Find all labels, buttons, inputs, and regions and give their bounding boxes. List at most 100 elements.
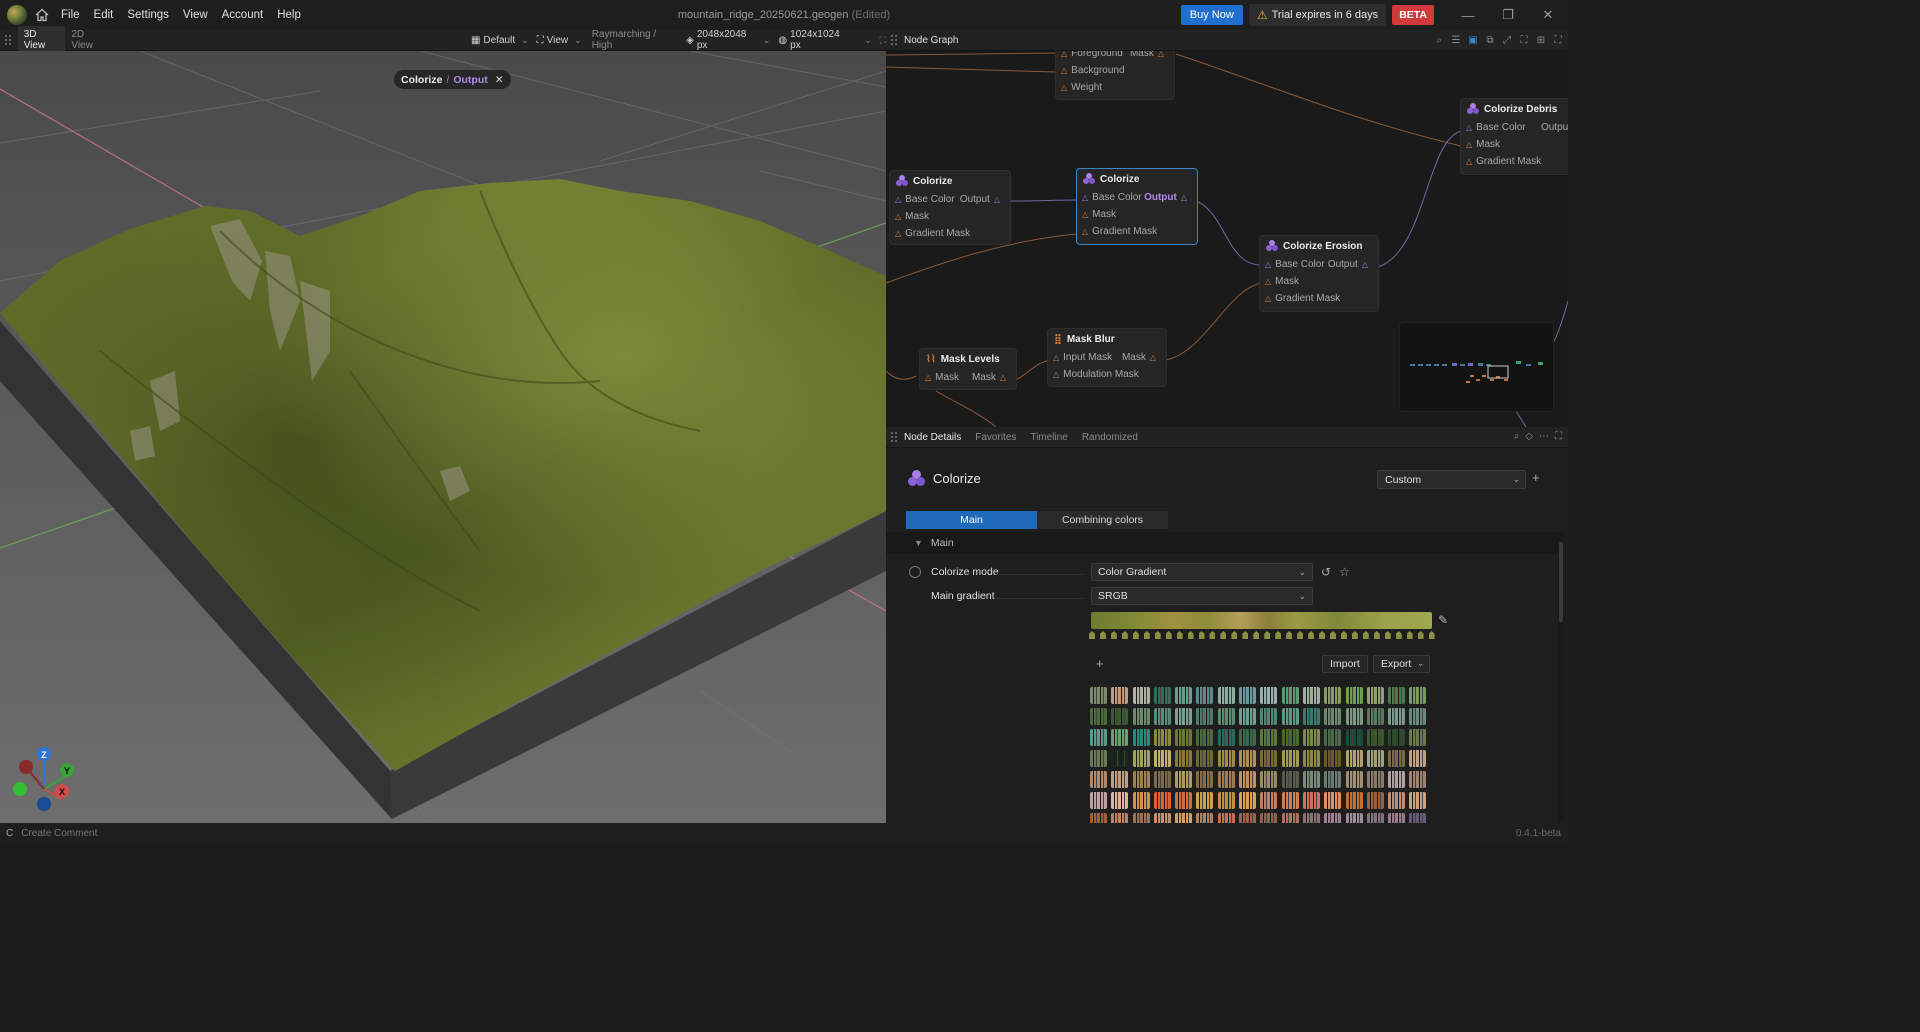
node-port[interactable]: △ Mask bbox=[1461, 136, 1568, 153]
gradient-stop-handle[interactable] bbox=[1362, 631, 1369, 639]
gradient-swatch[interactable] bbox=[1153, 813, 1171, 823]
node-port[interactable]: △ Mask bbox=[1260, 273, 1378, 290]
fullscreen-icon[interactable]: ⛶ bbox=[1555, 431, 1562, 442]
gradient-swatch[interactable] bbox=[1281, 687, 1299, 704]
gradient-swatch[interactable] bbox=[1175, 729, 1193, 746]
gradient-stop-handle[interactable] bbox=[1220, 631, 1227, 639]
gradient-stop-handle[interactable] bbox=[1308, 631, 1315, 639]
frame-icon[interactable]: ▣ bbox=[1467, 34, 1479, 46]
more-icon[interactable]: ⋯ bbox=[1539, 431, 1549, 442]
gradient-swatch[interactable] bbox=[1239, 792, 1257, 809]
gradient-swatch[interactable] bbox=[1132, 750, 1150, 767]
gradient-swatch[interactable] bbox=[1132, 687, 1150, 704]
drag-handle-icon[interactable] bbox=[4, 34, 12, 46]
gradient-swatch[interactable] bbox=[1281, 792, 1299, 809]
gradient-swatch[interactable] bbox=[1111, 771, 1129, 788]
gradient-swatch[interactable] bbox=[1388, 750, 1406, 767]
gradient-swatch[interactable] bbox=[1153, 708, 1171, 725]
gradient-stop-handle[interactable] bbox=[1264, 631, 1271, 639]
output-chip[interactable]: Colorize / Output ✕ bbox=[394, 70, 511, 89]
details-scrollbar[interactable] bbox=[1558, 532, 1564, 822]
trial-badge[interactable]: ⚠ Trial expires in 6 days bbox=[1248, 4, 1387, 26]
gradient-swatch[interactable] bbox=[1175, 771, 1193, 788]
gradient-swatch[interactable] bbox=[1090, 750, 1107, 767]
drag-handle-icon[interactable] bbox=[890, 34, 898, 46]
subtab-combining-colors[interactable]: Combining colors bbox=[1037, 511, 1168, 529]
gradient-swatch[interactable] bbox=[1132, 771, 1150, 788]
gradient-preview[interactable] bbox=[1091, 612, 1432, 629]
gradient-swatch[interactable] bbox=[1302, 813, 1320, 823]
gradient-swatch[interactable] bbox=[1324, 708, 1342, 725]
gradient-stop-handle[interactable] bbox=[1297, 631, 1304, 639]
gradient-stop-handle[interactable] bbox=[1231, 631, 1238, 639]
gradient-swatch[interactable] bbox=[1196, 729, 1214, 746]
tab-node-details[interactable]: Node Details bbox=[904, 432, 961, 443]
node-port[interactable]: △ Base Color Output △ bbox=[1077, 189, 1197, 206]
gradient-swatch[interactable] bbox=[1239, 813, 1257, 823]
gradient-swatch[interactable] bbox=[1260, 687, 1278, 704]
gradient-stop-handle[interactable] bbox=[1110, 631, 1117, 639]
main-gradient-select[interactable]: SRGB ⌄ bbox=[1091, 587, 1313, 605]
gradient-swatch[interactable] bbox=[1366, 771, 1384, 788]
gradient-swatch[interactable] bbox=[1324, 687, 1342, 704]
subtab-main[interactable]: Main bbox=[906, 511, 1037, 529]
colorize-mode-select[interactable]: Color Gradient ⌄ bbox=[1091, 563, 1313, 581]
gradient-swatch[interactable] bbox=[1175, 750, 1193, 767]
node-port[interactable]: △ Base Color Output △ bbox=[890, 191, 1010, 208]
gradient-swatch[interactable] bbox=[1153, 687, 1171, 704]
output-port[interactable]: Output bbox=[1541, 122, 1568, 133]
render-mode[interactable]: Raymarching / High bbox=[592, 29, 676, 51]
gradient-swatch[interactable] bbox=[1281, 750, 1299, 767]
view-dropdown[interactable]: ⛶ View bbox=[537, 35, 569, 46]
output-port[interactable]: Mask △ bbox=[1130, 51, 1168, 59]
gradient-swatch[interactable] bbox=[1409, 687, 1427, 704]
node-port[interactable]: △ Base Color Output bbox=[1461, 119, 1568, 136]
gradient-stop-handle[interactable] bbox=[1099, 631, 1106, 639]
section-header-main[interactable]: ▼ Main bbox=[886, 532, 1558, 554]
gradient-stop-handle[interactable] bbox=[1209, 631, 1216, 639]
buy-now-button[interactable]: Buy Now bbox=[1180, 5, 1243, 25]
gradient-swatch[interactable] bbox=[1281, 708, 1299, 725]
gradient-stop-handle[interactable] bbox=[1253, 631, 1260, 639]
output-port[interactable]: Mask △ bbox=[1122, 352, 1160, 363]
node-colorize-debris[interactable]: Colorize Debris △ Base Color Output △ Mask … bbox=[1461, 99, 1568, 174]
close-icon[interactable]: ✕ bbox=[495, 74, 504, 86]
gradient-stop-handle[interactable] bbox=[1373, 631, 1380, 639]
gradient-swatch[interactable] bbox=[1132, 708, 1150, 725]
chevron-down-icon[interactable]: ⌄ bbox=[521, 35, 529, 46]
eyedropper-icon[interactable]: ✎ bbox=[1438, 613, 1448, 627]
gradient-stop-handle[interactable] bbox=[1132, 631, 1139, 639]
node-port[interactable]: △ Input Mask Mask △ bbox=[1048, 349, 1166, 366]
gradient-swatch[interactable] bbox=[1217, 708, 1235, 725]
gradient-swatch[interactable] bbox=[1388, 813, 1406, 823]
fullscreen-icon[interactable]: ⛶ bbox=[1552, 34, 1564, 46]
gradient-swatch[interactable] bbox=[1239, 750, 1257, 767]
gradient-swatch[interactable] bbox=[1175, 813, 1193, 823]
home-icon[interactable] bbox=[35, 8, 49, 22]
menu-account[interactable]: Account bbox=[222, 9, 264, 21]
gradient-swatch[interactable] bbox=[1090, 813, 1107, 823]
layout-icon[interactable]: ⧉ bbox=[1484, 34, 1496, 46]
node-mask-blur[interactable]: ⣿ Mask Blur △ Input Mask Mask △ △ Modulation … bbox=[1048, 329, 1166, 386]
menu-edit[interactable]: Edit bbox=[94, 9, 114, 21]
gradient-swatch[interactable] bbox=[1239, 687, 1257, 704]
gradient-stop-handle[interactable] bbox=[1275, 631, 1282, 639]
fit-view-icon[interactable]: ⛶ bbox=[1518, 34, 1530, 46]
gradient-swatch[interactable] bbox=[1388, 708, 1406, 725]
gradient-stop-handle[interactable] bbox=[1417, 631, 1424, 639]
output-port[interactable]: Output △ bbox=[960, 194, 1004, 205]
gradient-swatch[interactable] bbox=[1196, 813, 1214, 823]
gradient-swatch[interactable] bbox=[1388, 792, 1406, 809]
gradient-swatch[interactable] bbox=[1090, 708, 1107, 725]
chevron-down-icon[interactable]: ⌄ bbox=[574, 35, 582, 46]
node-header[interactable]: Colorize bbox=[1077, 169, 1197, 189]
gradient-swatch[interactable] bbox=[1153, 771, 1171, 788]
search-icon[interactable]: ⌕ bbox=[1433, 34, 1445, 46]
gradient-swatch[interactable] bbox=[1111, 813, 1129, 823]
gradient-swatch[interactable] bbox=[1324, 813, 1342, 823]
gradient-stop-handle[interactable] bbox=[1340, 631, 1347, 639]
gradient-swatch[interactable] bbox=[1345, 708, 1363, 725]
gradient-swatch[interactable] bbox=[1196, 708, 1214, 725]
gradient-swatch[interactable] bbox=[1409, 771, 1427, 788]
gradient-stop-handle[interactable] bbox=[1176, 631, 1183, 639]
